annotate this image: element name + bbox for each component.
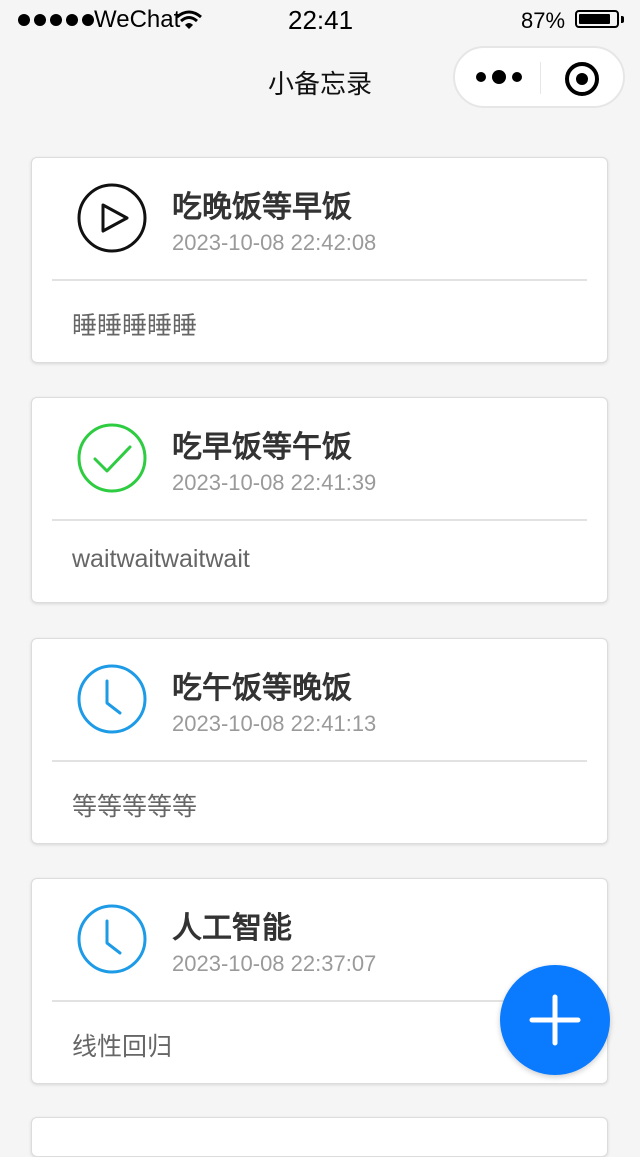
capsule-divider bbox=[540, 62, 541, 94]
memo-time: 2023-10-08 22:42:08 bbox=[172, 230, 377, 255]
status-time: 22:41 bbox=[288, 5, 354, 35]
card-divider bbox=[52, 279, 587, 281]
memo-title: 吃早饭等午饭 bbox=[172, 430, 352, 465]
clock-icon bbox=[77, 664, 147, 734]
card-divider bbox=[52, 519, 587, 521]
carrier-name: WeChat bbox=[94, 6, 181, 33]
clock-icon bbox=[77, 904, 147, 974]
memo-card[interactable]: 吃早饭等午饭 2023-10-08 22:41:39 waitwaitwaitw… bbox=[31, 397, 608, 603]
memo-content: 线性回归 bbox=[72, 1032, 173, 1061]
memo-time: 2023-10-08 22:37:07 bbox=[172, 951, 377, 976]
wifi-icon bbox=[176, 10, 202, 29]
memo-content: 等等等等等 bbox=[72, 792, 198, 821]
memo-content: 睡睡睡睡睡 bbox=[72, 311, 198, 340]
memo-card[interactable]: 吃晚饭等早饭 2023-10-08 22:42:08 睡睡睡睡睡 bbox=[31, 157, 608, 363]
plus-icon bbox=[529, 994, 581, 1046]
card-divider bbox=[52, 760, 587, 762]
memo-title: 人工智能 bbox=[172, 911, 292, 946]
check-circle-icon bbox=[77, 423, 147, 493]
memo-time: 2023-10-08 22:41:13 bbox=[172, 711, 377, 736]
play-icon bbox=[77, 183, 147, 253]
memo-title: 吃午饭等晚饭 bbox=[172, 671, 352, 706]
status-bar: WeChat 22:41 87% bbox=[0, 0, 640, 40]
memo-time: 2023-10-08 22:41:39 bbox=[172, 470, 377, 495]
memo-content: waitwaitwaitwait bbox=[72, 545, 250, 573]
memo-card[interactable]: 吃午饭等晚饭 2023-10-08 22:41:13 等等等等等 bbox=[31, 638, 608, 844]
more-options-icon[interactable] bbox=[473, 62, 533, 92]
battery-icon bbox=[575, 10, 624, 28]
add-memo-button[interactable] bbox=[500, 965, 610, 1075]
battery-percent: 87% bbox=[521, 8, 566, 33]
memo-card-partial[interactable] bbox=[31, 1117, 608, 1157]
mini-program-capsule bbox=[453, 46, 625, 108]
memo-title: 吃晚饭等早饭 bbox=[172, 190, 352, 225]
signal-strength-icon bbox=[18, 14, 94, 26]
close-mini-program-icon[interactable] bbox=[563, 60, 601, 98]
